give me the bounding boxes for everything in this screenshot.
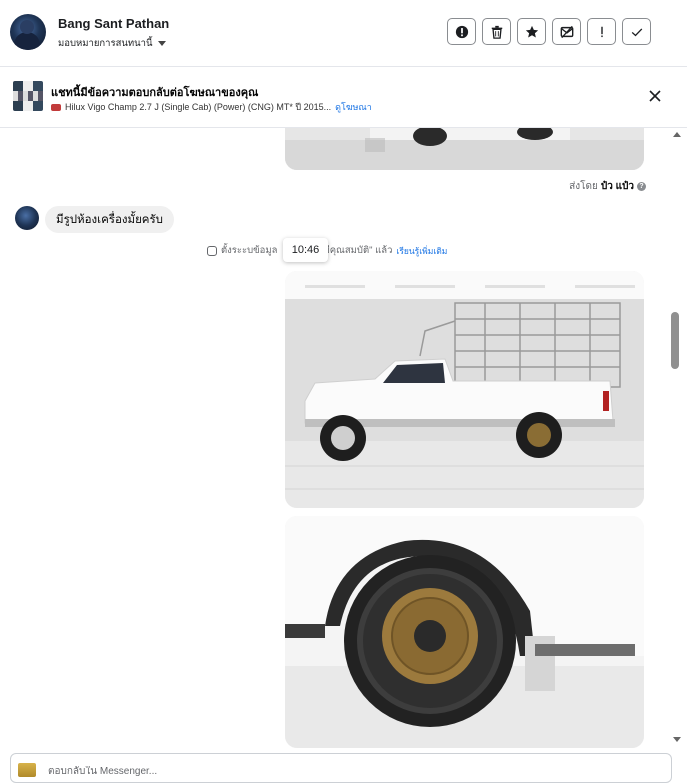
truck-side-image (285, 271, 644, 508)
chevron-down-icon (157, 41, 166, 46)
truck-wheel-image (285, 516, 644, 748)
scroll-up-arrow-icon[interactable] (673, 132, 681, 137)
conversation-header: Bang Sant Pathan มอบหมายการสนทนานี้ (0, 0, 687, 67)
follow-up-button[interactable] (587, 18, 616, 45)
mark-done-button[interactable] (622, 18, 651, 45)
user-name[interactable]: Bang Sant Pathan (58, 16, 169, 31)
info-icon[interactable]: ? (637, 182, 646, 191)
ad-thumbnail[interactable] (13, 81, 43, 111)
truck-rear-image (285, 128, 644, 170)
page-logo-icon (18, 763, 36, 777)
message-thread[interactable]: ส่งโดย ป๋ว แป๋ว ? มีรูปห้องเครื่องมั้ยคร… (0, 128, 668, 748)
timestamp-tooltip: 10:46 (283, 238, 328, 262)
customer-avatar[interactable] (15, 206, 39, 230)
ad-banner-title: แชทนี้มีข้อความตอบกลับต่อโฆษณาของคุณ (51, 87, 259, 99)
view-ad-link[interactable]: ดูโฆษณา (335, 100, 372, 114)
sent-photo-truck-rear[interactable] (285, 128, 644, 170)
ad-info: Hilux Vigo Champ 2.7 J (Single Cab) (Pow… (51, 100, 372, 114)
ad-reply-banner: แชทนี้มีข้อความตอบกลับต่อโฆษณาของคุณ Hil… (0, 67, 687, 128)
system-notice-start: ตั้งระะบข้อมูล (221, 245, 278, 256)
scrollbar-thumb[interactable] (671, 312, 679, 369)
learn-more-link[interactable]: เรียนรู้เพิ่มเติม (396, 244, 447, 258)
mark-spam-button[interactable] (447, 18, 476, 45)
star-icon (525, 25, 538, 38)
mail-blocked-icon (560, 25, 573, 38)
scroll-down-arrow-icon[interactable] (673, 737, 681, 742)
conversation-toolbar (447, 18, 651, 45)
reply-input[interactable] (48, 766, 448, 777)
chat-scrollbar[interactable] (668, 128, 687, 748)
sent-photo-truck-wheel[interactable] (285, 516, 644, 748)
trash-icon (491, 25, 502, 39)
alert-circle-icon (455, 25, 468, 38)
sent-by-prefix: ส่งโดย (569, 181, 598, 192)
sent-photo-truck-side[interactable] (285, 271, 644, 508)
settings-icon (207, 245, 217, 256)
assign-conversation-dropdown[interactable]: มอบหมายการสนทนานี้ (58, 36, 166, 51)
ad-text: Hilux Vigo Champ 2.7 J (Single Cab) (Pow… (65, 102, 332, 112)
star-button[interactable] (517, 18, 546, 45)
mark-unread-button[interactable] (552, 18, 581, 45)
assign-label: มอบหมายการสนทนานี้ (58, 38, 153, 49)
close-icon[interactable] (648, 89, 662, 103)
customer-message-bubble[interactable]: มีรูปห้องเครื่องมั้ยครับ (45, 206, 174, 233)
sent-by-label: ส่งโดย ป๋ว แป๋ว ? (569, 179, 646, 194)
delete-button[interactable] (482, 18, 511, 45)
sent-by-name[interactable]: ป๋ว แป๋ว (601, 179, 634, 194)
check-icon (631, 27, 642, 36)
user-avatar[interactable] (10, 14, 46, 50)
exclamation-icon (600, 26, 603, 37)
system-notice-end: มีคุณสมบัติ" แล้ว (323, 245, 393, 256)
truck-icon (51, 103, 61, 111)
